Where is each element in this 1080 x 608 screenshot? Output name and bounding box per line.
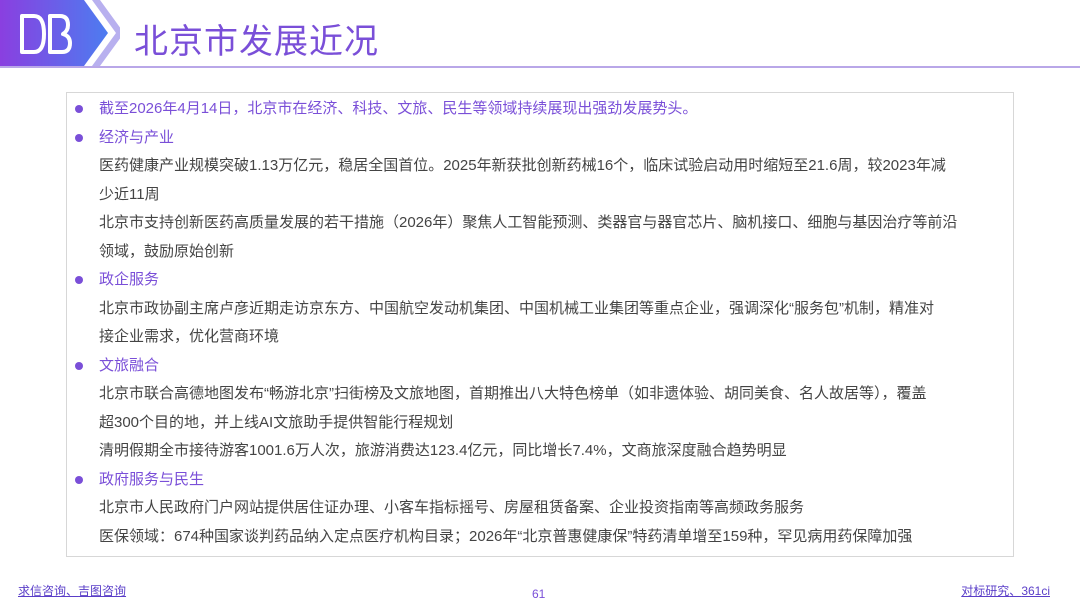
footer-links-right: 对标研究、361ci xyxy=(961,582,1050,599)
body-line: 医药健康产业规模突破1.13万亿元，稳居全国首位。2025年新获批创新药械16个… xyxy=(67,152,1013,181)
intro-text: 截至2026年4月14日，北京市在经济、科技、文旅、民生等领域持续展现出强劲发展… xyxy=(99,100,698,117)
section-heading-culture-tourism: 文旅融合 xyxy=(67,352,1013,381)
body-line: 超300个目的地，并上线AI文旅助手提供智能行程规划 xyxy=(67,409,1013,438)
footer-separator: 、 xyxy=(1009,584,1022,598)
intro-item: 截至2026年4月14日，北京市在经济、科技、文旅、民生等领域持续展现出强劲发展… xyxy=(67,95,1013,124)
body-line: 北京市政协副主席卢彦近期走访京东方、中国航空发动机集团、中国机械工业集团等重点企… xyxy=(67,295,1013,324)
body-line: 清明假期全市接待游客1001.6万人次，旅游消费达123.4亿元，同比增长7.4… xyxy=(67,437,1013,466)
slide-header: 北京市发展近况 xyxy=(0,0,1080,70)
body-text: 清明假期全市接待游客1001.6万人次，旅游消费达123.4亿元，同比增长7.4… xyxy=(99,442,787,459)
footer-link-361ci[interactable]: 361ci xyxy=(1021,584,1050,598)
body-line: 北京市联合高德地图发布“畅游北京”扫街榜及文旅地图，首期推出八大特色榜单（如非遗… xyxy=(67,380,1013,409)
body-line: 医保领域：674种国家谈判药品纳入定点医疗机构目录；2026年“北京普惠健康保”… xyxy=(67,523,1013,552)
bullet-icon xyxy=(75,105,83,113)
bullet-icon xyxy=(75,361,83,370)
bullet-icon xyxy=(75,475,83,484)
body-text: 超300个目的地，并上线AI文旅助手提供智能行程规划 xyxy=(99,413,454,431)
page-number: 61 xyxy=(532,587,546,601)
body-text: 接企业需求，优化营商环境 xyxy=(99,328,280,345)
section-heading-public-service: 政府服务与民生 xyxy=(67,466,1013,495)
body-text: 医药健康产业规模突破1.13万亿元，稳居全国首位。2025年新获批创新药械16个… xyxy=(99,157,946,174)
brand-logo-icon xyxy=(0,0,120,66)
footer-links-left: 求信咨询、吉图咨询 xyxy=(18,582,126,599)
body-line: 北京市支持创新医药高质量发展的若干措施（2026年）聚焦人工智能预测、类器官与器… xyxy=(67,209,1013,238)
footer-separator: 、 xyxy=(66,584,79,598)
body-text: 北京市联合高德地图发布“畅游北京”扫街榜及文旅地图，首期推出八大特色榜单（如非遗… xyxy=(99,385,927,402)
header-divider xyxy=(0,66,1080,68)
body-text: 医保领域：674种国家谈判药品纳入定点医疗机构目录；2026年“北京普惠健康保”… xyxy=(99,527,913,545)
footer-link-qiuxin[interactable]: 求信咨询 xyxy=(18,584,66,598)
section-heading: 文旅融合 xyxy=(99,356,160,374)
body-line: 北京市人民政府门户网站提供居住证办理、小客车指标摇号、房屋租赁备案、企业投资指南… xyxy=(67,494,1013,523)
body-text: 北京市人民政府门户网站提供居住证办理、小客车指标摇号、房屋租赁备案、企业投资指南… xyxy=(99,499,805,516)
bullet-icon xyxy=(75,276,83,284)
body-text: 少近11周 xyxy=(99,185,160,203)
body-text: 北京市支持创新医药高质量发展的若干措施（2026年）聚焦人工智能预测、类器官与器… xyxy=(99,214,958,231)
page-title: 北京市发展近况 xyxy=(134,23,379,61)
section-heading-economy: 经济与产业 xyxy=(67,124,1013,153)
body-line: 少近11周 xyxy=(67,181,1013,210)
section-heading: 政企服务 xyxy=(99,271,160,288)
body-text: 领域，鼓励原始创新 xyxy=(99,242,235,260)
section-heading: 经济与产业 xyxy=(99,128,175,146)
section-heading-gov-enterprise: 政企服务 xyxy=(67,266,1013,295)
bullet-icon xyxy=(75,133,83,142)
body-line: 接企业需求，优化营商环境 xyxy=(67,323,1013,352)
body-line: 领域，鼓励原始创新 xyxy=(67,238,1013,267)
content-panel: 截至2026年4月14日，北京市在经济、科技、文旅、民生等领域持续展现出强劲发展… xyxy=(66,92,1014,557)
body-text: 北京市政协副主席卢彦近期走访京东方、中国航空发动机集团、中国机械工业集团等重点企… xyxy=(99,299,934,317)
section-heading: 政府服务与民生 xyxy=(99,470,205,488)
footer-link-jitu[interactable]: 吉图咨询 xyxy=(78,584,126,598)
footer-link-benchmark[interactable]: 对标研究 xyxy=(961,584,1009,598)
